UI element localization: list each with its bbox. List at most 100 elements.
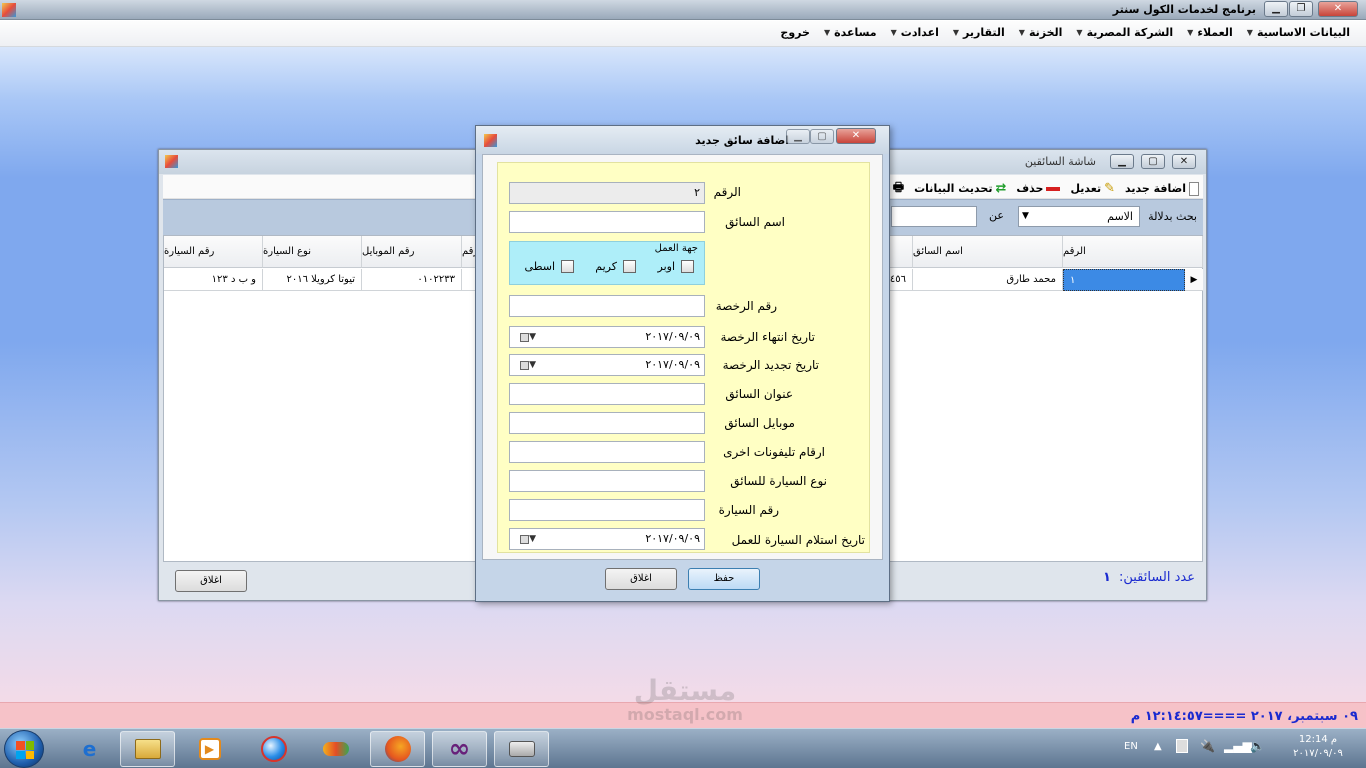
edit-label: تعديل: [1070, 182, 1102, 195]
paint-app-icon[interactable]: [308, 731, 363, 767]
menu-help[interactable]: مساعدة ▼: [824, 26, 877, 39]
clock[interactable]: 12:14 م ٢٠١٧/٠٩/٠٩: [1278, 733, 1358, 761]
about-label: عن: [989, 209, 1004, 222]
drivers-count: عدد السائقين: ١: [1103, 570, 1195, 585]
menu-egyptian-company[interactable]: الشركة المصرية ▼: [1076, 26, 1173, 39]
menu-basic-data[interactable]: البيانات الاساسية ▼: [1247, 26, 1350, 39]
column-header-driver-name[interactable]: اسم السائق: [913, 236, 1063, 268]
internet-explorer-icon[interactable]: e: [62, 731, 117, 767]
table-cell-car-type[interactable]: تيوتا كرويلا ٢٠١٦: [263, 269, 362, 291]
table-cell-driver-name[interactable]: محمد طارق: [913, 269, 1063, 291]
network-signal-icon[interactable]: ▂▄▆: [1224, 739, 1252, 753]
column-header-car-number[interactable]: رقم السيارة: [164, 236, 263, 268]
address-field[interactable]: [509, 383, 705, 405]
minimize-button[interactable]: ▁: [1264, 1, 1288, 17]
license-renew-value: ٢٠١٧/٠٩/٠٩: [645, 358, 700, 371]
dialog-title: اضافة سائق جديد: [695, 134, 789, 147]
license-expiry-datepicker[interactable]: ٢٠١٧/٠٩/٠٩ ▼: [509, 326, 705, 348]
file-explorer-icon[interactable]: [120, 731, 175, 767]
status-datetime: ٠٩ سبتمبر، ٢٠١٧ ====١٢:١٤:٥٧ م: [1130, 709, 1358, 724]
work-group-label: جهة العمل: [654, 243, 698, 254]
action-center-icon[interactable]: [1176, 739, 1188, 753]
delete-button[interactable]: حذف: [1016, 182, 1061, 195]
calendar-dropdown-icon[interactable]: ▼: [514, 358, 536, 372]
row-selector-arrow-icon[interactable]: ▶: [1185, 269, 1203, 291]
careem-checkbox[interactable]: [623, 260, 636, 273]
refresh-label: تحديث البيانات: [914, 182, 993, 195]
license-expiry-label: تاريخ انتهاء الرخصة: [720, 330, 816, 344]
device-icon[interactable]: 🔌: [1200, 739, 1215, 753]
license-number-field[interactable]: [509, 295, 705, 317]
license-renew-datepicker[interactable]: ٢٠١٧/٠٩/٠٩ ▼: [509, 354, 705, 376]
save-button[interactable]: حفظ: [688, 568, 760, 590]
media-player-icon[interactable]: ▶: [182, 731, 237, 767]
menu-treasury[interactable]: الخزنة ▼: [1019, 26, 1063, 39]
minimize-button[interactable]: ▁: [786, 129, 810, 144]
menu-label: العملاء: [1197, 26, 1233, 39]
menu-label: الشركة المصرية: [1086, 26, 1174, 39]
uber-checkbox[interactable]: [681, 260, 694, 273]
driver-form: الرقم ٢ اسم السائق جهة العمل اوبر كريم ا…: [497, 162, 870, 553]
driver-name-field[interactable]: [509, 211, 705, 233]
menu-exit[interactable]: خروج: [780, 26, 810, 39]
volume-icon[interactable]: 🔈: [1250, 739, 1265, 753]
taskbar: e ▶ ∞ EN ▲ 🔌 ▂▄▆ 🔈 12:14 م ٢٠١٧/٠٩/٠٩: [0, 728, 1366, 768]
delete-icon: [1046, 186, 1061, 191]
osta-checkbox[interactable]: [561, 260, 574, 273]
browser-swirl-icon[interactable]: [246, 731, 301, 767]
maximize-button[interactable]: ▢: [1141, 154, 1165, 169]
language-indicator[interactable]: EN: [1124, 741, 1138, 752]
window-icon: [484, 134, 497, 147]
table-cell-mobile[interactable]: ٠١٠٢٢٣٣: [362, 269, 462, 291]
menu-customers[interactable]: العملاء ▼: [1187, 26, 1233, 39]
column-header-id[interactable]: الرقم: [1063, 236, 1203, 268]
uber-option[interactable]: اوبر: [658, 260, 694, 273]
close-button[interactable]: ✕: [1318, 1, 1358, 17]
show-hidden-icons[interactable]: ▲: [1154, 741, 1162, 752]
column-header-mobile[interactable]: رقم الموبايل: [362, 236, 462, 268]
calendar-dropdown-icon[interactable]: ▼: [514, 532, 536, 546]
refresh-icon: ⇄: [995, 181, 1007, 196]
start-button[interactable]: [4, 730, 44, 768]
dialog-titlebar: اضافة سائق جديد ▁ ▢ ✕: [476, 126, 889, 154]
edit-icon: ✎: [1104, 181, 1115, 196]
visual-studio-icon[interactable]: ∞: [432, 731, 487, 767]
calendar-dropdown-icon[interactable]: ▼: [514, 330, 536, 344]
car-number-field[interactable]: [509, 499, 705, 521]
chevron-down-icon: ▼: [1246, 28, 1253, 37]
menu-reports[interactable]: التقارير ▼: [953, 26, 1005, 39]
maximize-button[interactable]: ▢: [810, 129, 834, 144]
number-field[interactable]: ٢: [509, 182, 705, 204]
other-phones-field[interactable]: [509, 441, 705, 463]
close-button[interactable]: ✕: [1172, 154, 1196, 169]
osta-option[interactable]: اسطى: [525, 260, 574, 273]
chevron-down-icon: ▼: [890, 28, 897, 37]
restore-button[interactable]: ❐: [1289, 1, 1313, 17]
minimize-button[interactable]: ▁: [1110, 154, 1134, 169]
table-cell-id[interactable]: ١: [1063, 269, 1185, 291]
refresh-button[interactable]: ⇄ تحديث البيانات: [914, 181, 1006, 196]
close-button[interactable]: ✕: [836, 128, 876, 144]
mobile-field[interactable]: [509, 412, 705, 434]
watermark-brand: مستقل: [633, 674, 737, 707]
chevron-down-icon: ▼: [1018, 28, 1025, 37]
column-header-car-type[interactable]: نوع السيارة: [263, 236, 362, 268]
drivers-count-value: ١: [1103, 570, 1111, 585]
car-receive-datepicker[interactable]: ٢٠١٧/٠٩/٠٩ ▼: [509, 528, 705, 550]
dialog-close-button[interactable]: اغلاق: [605, 568, 677, 590]
point-of-sale-icon[interactable]: [494, 731, 549, 767]
table-cell-car-number[interactable]: و ب د ١٢٣: [164, 269, 263, 291]
car-type-field[interactable]: [509, 470, 705, 492]
edit-button[interactable]: ✎ تعديل: [1070, 181, 1115, 196]
search-input[interactable]: [891, 206, 977, 227]
firefox-icon[interactable]: [370, 731, 425, 767]
window-icon: [165, 155, 178, 168]
printer-icon: 🖶: [892, 180, 905, 194]
careem-option[interactable]: كريم: [595, 260, 636, 273]
car-receive-value: ٢٠١٧/٠٩/٠٩: [645, 532, 700, 545]
menu-settings[interactable]: اعدادت ▼: [891, 26, 939, 39]
drivers-close-button[interactable]: اغلاق: [175, 570, 247, 592]
add-new-button[interactable]: اضافة جديد: [1125, 181, 1199, 196]
clock-date: ٢٠١٧/٠٩/٠٩: [1293, 748, 1343, 759]
search-field-select[interactable]: الاسم ▼: [1018, 206, 1140, 227]
